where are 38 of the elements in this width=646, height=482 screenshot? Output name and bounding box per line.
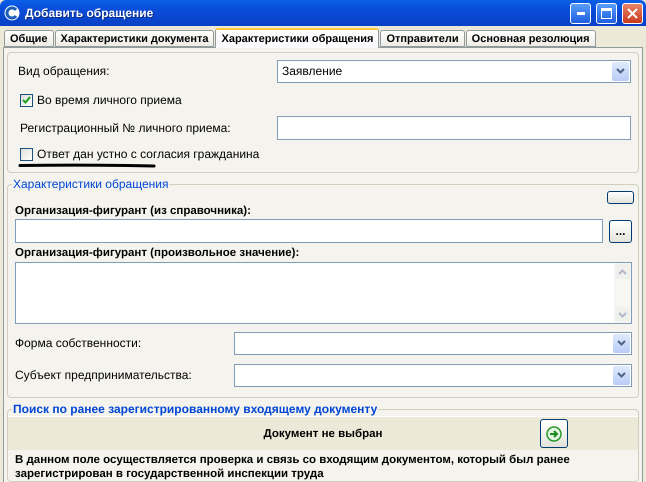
text-area[interactable] (15, 262, 632, 324)
type-select[interactable]: Заявление (277, 60, 631, 82)
minimize-button[interactable] (570, 2, 591, 24)
field-label: Вид обращения: (18, 64, 111, 78)
select-field[interactable] (234, 332, 632, 354)
group-title: Характеристики обращения (12, 177, 170, 191)
field-label: Организация-фигурант (из справочника): (15, 205, 252, 217)
minimize-icon (576, 12, 584, 14)
registration-number-field[interactable] (277, 116, 631, 140)
field-label: Регистрационный № личного приема: (19, 121, 232, 135)
tab[interactable]: Отправители (380, 30, 465, 47)
checkbox[interactable] (20, 94, 33, 106)
window-title: Добавить обращение (25, 6, 154, 20)
tab[interactable]: Характеристики документа (54, 30, 214, 47)
small-button[interactable] (607, 191, 634, 204)
group-title: Поиск по ранее зарегистрированному входящему документу (12, 402, 378, 416)
tab[interactable]: Общие (4, 30, 54, 47)
select-field[interactable] (234, 364, 632, 386)
close-icon (627, 8, 638, 18)
close-button[interactable] (622, 2, 643, 24)
maximize-button[interactable] (596, 2, 617, 24)
field-label: Форма собственности: (15, 336, 142, 350)
select-value: Заявление (282, 64, 342, 78)
browse-button[interactable]: ... (609, 220, 632, 242)
tab[interactable]: Основная резолюция (466, 30, 596, 47)
organization-field[interactable] (15, 219, 603, 243)
tab[interactable]: Характеристики обращения (215, 28, 380, 48)
status-text: Документ не выбран (264, 428, 382, 440)
go-button[interactable] (540, 419, 568, 448)
maximize-icon (601, 8, 612, 18)
app-logo-icon (4, 5, 20, 21)
checkbox-label: Во время личного приема (37, 93, 182, 107)
field-label: Субъект предпринимательства: (15, 368, 193, 382)
field-label: Организация-фигурант (произвольное значение): (15, 247, 300, 259)
checkbox-label: Ответ дан устно с согласия гражданина (37, 147, 260, 161)
checkbox[interactable] (20, 148, 33, 160)
arrow-right-icon (546, 426, 562, 442)
note-text: В данном поле осуществляется проверка и связь со входящим документом, который был ранее зарегистрирован в государственной инспекции труда (15, 453, 571, 481)
